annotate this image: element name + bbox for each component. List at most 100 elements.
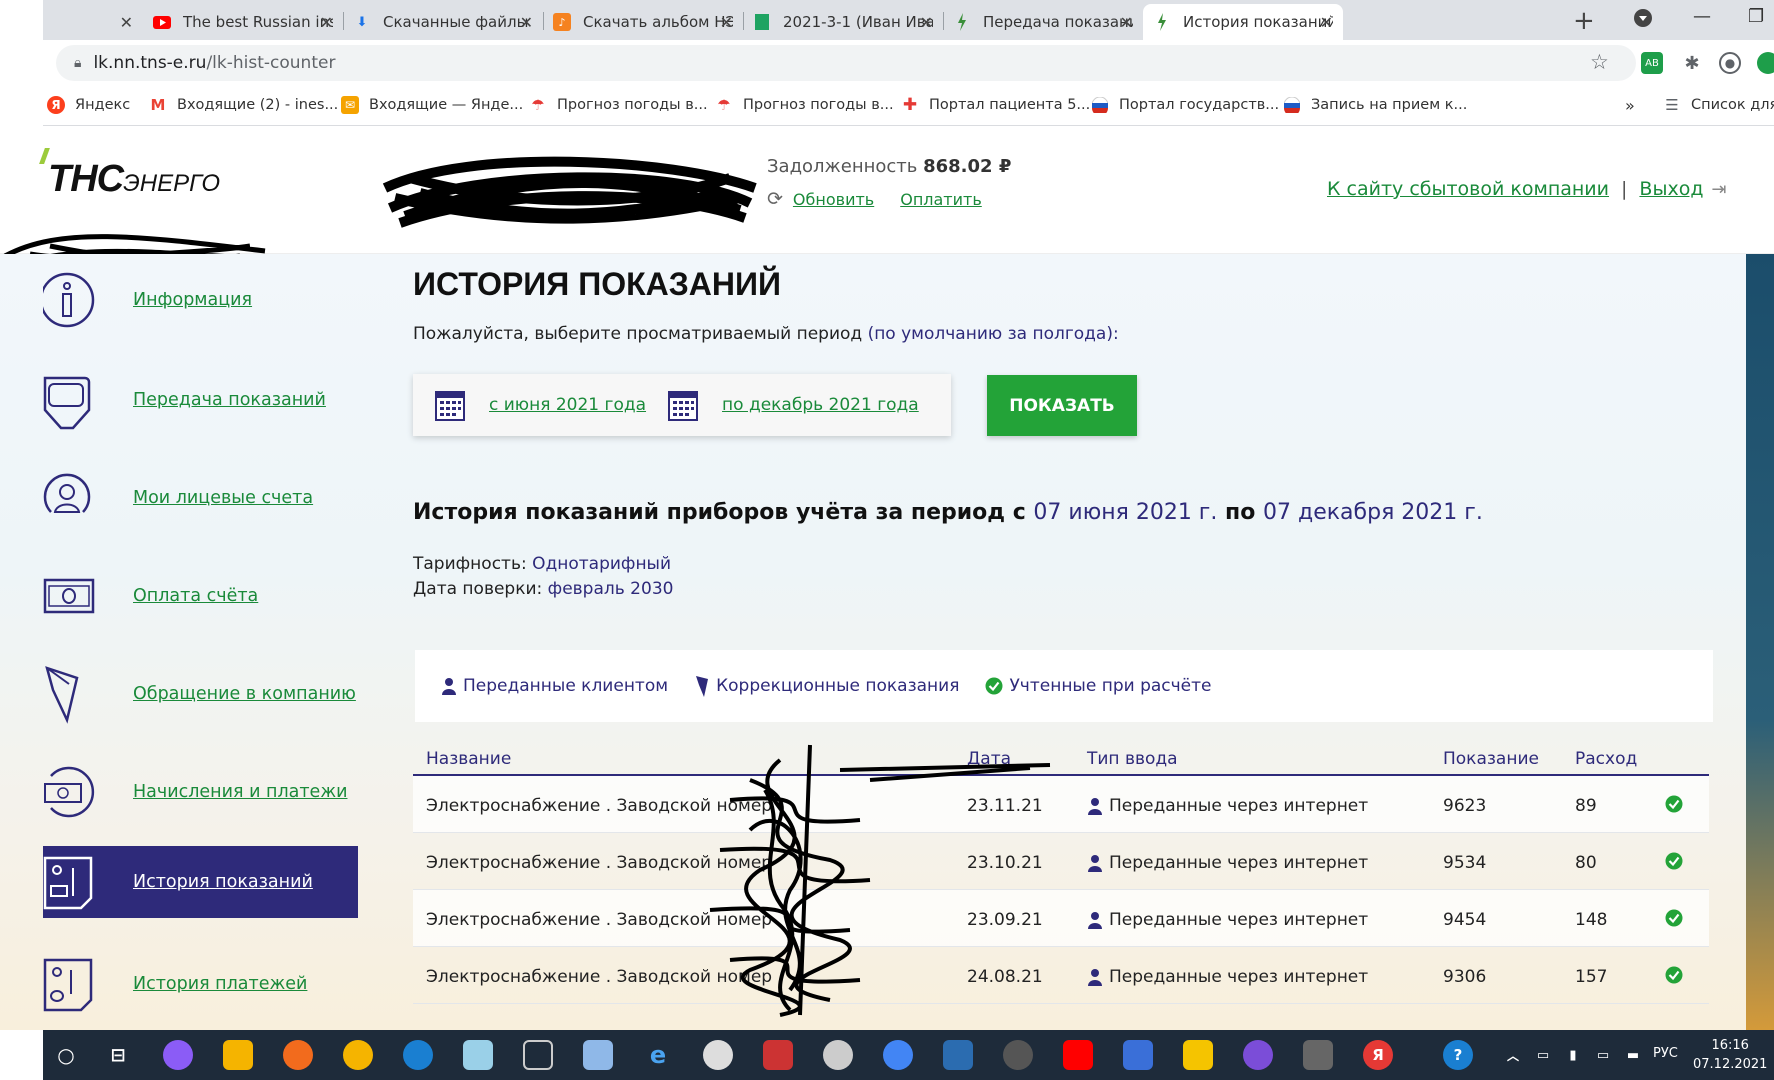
- bookmark-item[interactable]: Я Яндекс: [47, 96, 130, 114]
- microphone-icon[interactable]: ▮: [1558, 1040, 1588, 1070]
- reading-list-button[interactable]: ☰ Список для: [1663, 96, 1774, 114]
- app-icon[interactable]: [1003, 1040, 1033, 1070]
- calendar-icon[interactable]: [668, 389, 699, 421]
- youtube-icon[interactable]: [1063, 1040, 1093, 1070]
- app-icon[interactable]: [763, 1040, 793, 1070]
- sidebar-item-accounts[interactable]: Мои лицевые счета: [43, 462, 358, 534]
- bookmark-star-icon[interactable]: ☆: [1590, 50, 1609, 74]
- tab-close-icon[interactable]: ✕: [320, 13, 333, 32]
- browser-tab-0[interactable]: ✕: [43, 4, 143, 40]
- tab-search-icon[interactable]: [1633, 8, 1653, 33]
- language-indicator[interactable]: РУС: [1653, 1046, 1678, 1061]
- ie-icon[interactable]: e: [643, 1040, 673, 1070]
- sidebar-item-info[interactable]: Информация: [43, 264, 358, 336]
- accounts-icon: [43, 468, 99, 528]
- extensions-puzzle-icon[interactable]: ✱: [1681, 52, 1703, 74]
- tab-close-icon[interactable]: ✕: [720, 13, 733, 32]
- tab-close-icon[interactable]: ✕: [1320, 13, 1333, 32]
- adblock-extension-icon[interactable]: AB: [1641, 52, 1663, 74]
- cell-type: Переданные через интернет: [1087, 796, 1368, 816]
- app-icon[interactable]: [523, 1040, 553, 1070]
- address-bar[interactable]: 🔒︎ lk.nn.tns-e.ru/lk-hist-counter: [56, 45, 1636, 81]
- file-explorer-icon[interactable]: [223, 1040, 253, 1070]
- app-icon[interactable]: [943, 1040, 973, 1070]
- calendar-icon[interactable]: [435, 389, 465, 421]
- tns-logo[interactable]: ТНСЭНЕРГО: [48, 158, 220, 201]
- browser-tab-5[interactable]: Передача показаний ✕: [943, 4, 1143, 40]
- show-button[interactable]: ПОКАЗАТЬ: [987, 375, 1137, 436]
- monitor-icon[interactable]: ▭: [1588, 1040, 1618, 1070]
- paint-icon[interactable]: [703, 1040, 733, 1070]
- refresh-link[interactable]: Обновить: [793, 190, 874, 209]
- system-clock[interactable]: 16:16 07.12.2021: [1693, 1036, 1767, 1074]
- app-icon[interactable]: [463, 1040, 493, 1070]
- logout-link[interactable]: Выход: [1639, 178, 1703, 200]
- logout-icon[interactable]: ⇥: [1711, 179, 1726, 200]
- edge-icon[interactable]: [403, 1040, 433, 1070]
- minimize-icon[interactable]: —: [1693, 6, 1711, 27]
- app-icon[interactable]: [823, 1040, 853, 1070]
- column-header-name[interactable]: Название: [426, 749, 511, 769]
- bookmark-item[interactable]: Портал государств...: [1091, 96, 1279, 114]
- battery-icon[interactable]: ▬: [1618, 1040, 1648, 1070]
- pay-link[interactable]: Оплатить: [900, 190, 982, 209]
- chrome-icon[interactable]: [883, 1040, 913, 1070]
- download-icon: ⬇: [356, 14, 368, 30]
- help-icon[interactable]: ?: [1443, 1040, 1473, 1070]
- app-icon[interactable]: [1123, 1040, 1153, 1070]
- sidebar-item-readings-history[interactable]: История показаний: [43, 846, 358, 918]
- tab-close-icon[interactable]: ✕: [920, 13, 933, 32]
- more-bookmarks-button[interactable]: »: [1625, 96, 1635, 115]
- legend-label: Учтенные при расчёте: [1009, 676, 1212, 696]
- sidebar-item-label: Передача показаний: [133, 390, 326, 410]
- tab-close-icon[interactable]: ✕: [120, 13, 133, 32]
- bookmark-item[interactable]: ✉ Входящие — Янде...: [341, 96, 523, 114]
- yandex-browser-icon[interactable]: [343, 1040, 373, 1070]
- maximize-icon[interactable]: ❐: [1748, 6, 1764, 27]
- reading-list-icon: ☰: [1665, 96, 1679, 114]
- umbrella-icon: ☂: [531, 96, 545, 114]
- refresh-icon[interactable]: ⟳: [767, 188, 783, 210]
- tab-close-icon[interactable]: ✕: [1120, 13, 1133, 32]
- sidebar-item-payments-history[interactable]: История платежей: [43, 948, 358, 1020]
- sidebar-item-payment[interactable]: Оплата счёта: [43, 560, 358, 632]
- bookmark-item[interactable]: M Входящие (2) - ines...: [149, 96, 339, 114]
- app-icon[interactable]: [1183, 1040, 1213, 1070]
- url-path: /lk-hist-counter: [206, 53, 336, 73]
- browser-tab-4[interactable]: 2021-3-1 (Иван Иван ✕: [743, 4, 943, 40]
- new-tab-icon[interactable]: +: [1573, 6, 1595, 36]
- browser-tab-2[interactable]: ⬇ Скачанные файлы ✕: [343, 4, 543, 40]
- alice-icon[interactable]: [163, 1040, 193, 1070]
- profile-icon[interactable]: ●: [1719, 52, 1741, 74]
- period-to-link[interactable]: по декабрь 2021 года: [722, 395, 919, 415]
- sidebar-item-charges[interactable]: Начисления и платежи: [43, 756, 358, 828]
- cell-type-text: Переданные через интернет: [1109, 967, 1369, 987]
- shield-extension-icon[interactable]: [1757, 52, 1774, 74]
- sidebar-item-submit-readings[interactable]: Передача показаний: [43, 364, 358, 436]
- browser-tab-3[interactable]: ♪ Скачать альбом НЭН ✕: [543, 4, 743, 40]
- yandex-icon[interactable]: Я: [1363, 1040, 1393, 1070]
- bookmark-item[interactable]: ☂ Прогноз погоды в...: [529, 96, 707, 114]
- app-icon[interactable]: [1303, 1040, 1333, 1070]
- sidebar-item-contact[interactable]: Обращение в компанию: [43, 658, 358, 730]
- column-header-reading[interactable]: Показание: [1443, 749, 1539, 769]
- verification-line: Дата поверки: февраль 2030: [413, 577, 673, 602]
- browser-tab-1[interactable]: The best Russian instr ✕: [143, 4, 343, 40]
- column-header-usage[interactable]: Расход: [1575, 749, 1637, 769]
- bookmark-item[interactable]: Запись на прием к...: [1283, 96, 1467, 114]
- bookmark-item[interactable]: ☂ Прогноз погоды в...: [715, 96, 893, 114]
- search-circle-icon[interactable]: ○: [51, 1040, 81, 1070]
- app-icon[interactable]: [283, 1040, 313, 1070]
- column-header-type[interactable]: Тип ввода: [1087, 749, 1178, 769]
- tab-close-icon[interactable]: ✕: [520, 13, 533, 32]
- period-from-link[interactable]: с июня 2021 года: [489, 395, 646, 415]
- network-icon[interactable]: ▭: [1528, 1040, 1558, 1070]
- company-site-link[interactable]: К сайту сбытовой компании: [1327, 178, 1609, 200]
- task-view-icon[interactable]: ⊟: [103, 1040, 133, 1070]
- browser-tab-active[interactable]: История показаний - ✕: [1143, 4, 1343, 40]
- background-strip: [1746, 254, 1774, 1030]
- bookmark-item[interactable]: ✚ Портал пациента 5...: [901, 95, 1090, 115]
- app-icon[interactable]: [583, 1040, 613, 1070]
- app-icon[interactable]: [1243, 1040, 1273, 1070]
- chevron-up-icon[interactable]: ︿: [1498, 1040, 1528, 1070]
